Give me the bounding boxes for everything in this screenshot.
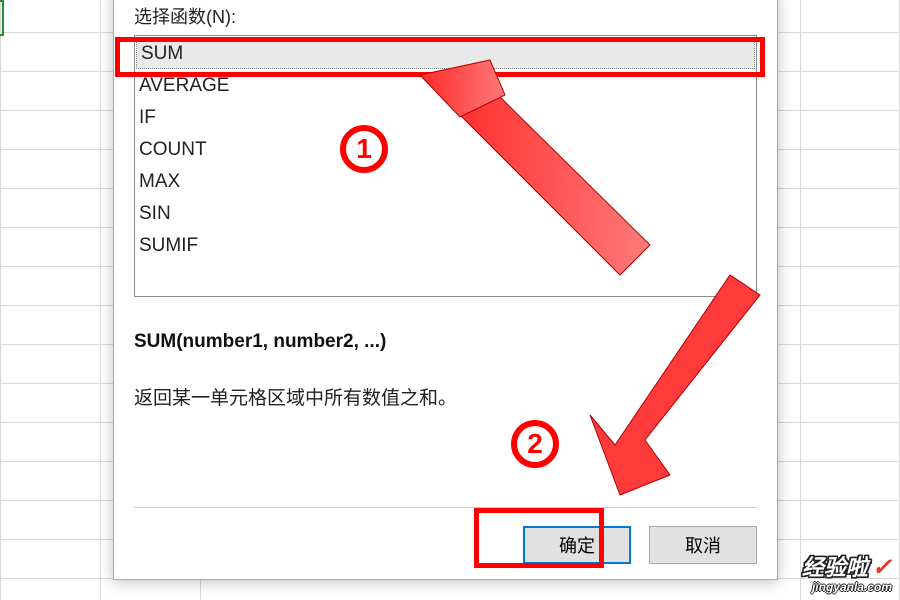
function-item-if[interactable]: IF	[135, 102, 756, 134]
function-syntax: SUM(number1, number2, ...)	[134, 331, 757, 353]
function-description: 返回某一单元格区域中所有数值之和。	[134, 383, 757, 410]
function-item-max[interactable]: MAX	[135, 166, 756, 198]
function-item-sin[interactable]: SIN	[135, 198, 756, 230]
function-item-count[interactable]: COUNT	[135, 134, 756, 166]
function-listbox[interactable]: SUM AVERAGE IF COUNT MAX SIN SUMIF	[134, 35, 757, 297]
function-item-sumif[interactable]: SUMIF	[135, 230, 756, 262]
insert-function-dialog: 选择函数(N): SUM AVERAGE IF COUNT MAX SIN SU…	[113, 0, 778, 580]
cell-selection-edge	[0, 0, 4, 36]
ok-button[interactable]: 确定	[523, 526, 631, 564]
dialog-separator	[134, 507, 757, 508]
function-item-average[interactable]: AVERAGE	[135, 70, 756, 102]
cancel-button[interactable]: 取消	[649, 526, 757, 564]
function-item-sum[interactable]: SUM	[136, 37, 755, 69]
select-function-label: 选择函数(N):	[134, 3, 757, 29]
button-row: 确定 取消	[134, 526, 757, 564]
